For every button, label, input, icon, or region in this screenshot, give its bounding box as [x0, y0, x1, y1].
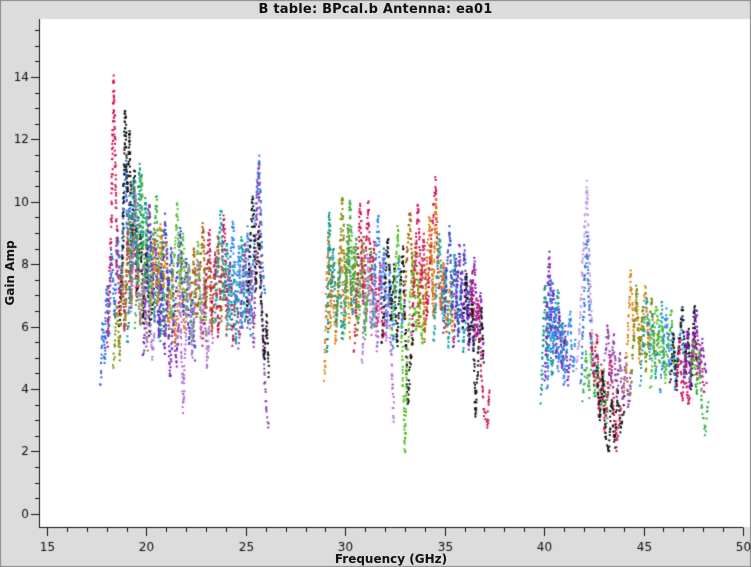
y-axis-label: Gain Amp — [3, 240, 17, 305]
bandpass-scatter-canvas — [0, 0, 751, 567]
plot-title: B table: BPcal.b Antenna: ea01 — [0, 2, 751, 17]
bandpass-plot-window: B table: BPcal.b Antenna: ea01 Frequency… — [0, 0, 751, 567]
x-axis-label: Frequency (GHz) — [39, 552, 743, 566]
